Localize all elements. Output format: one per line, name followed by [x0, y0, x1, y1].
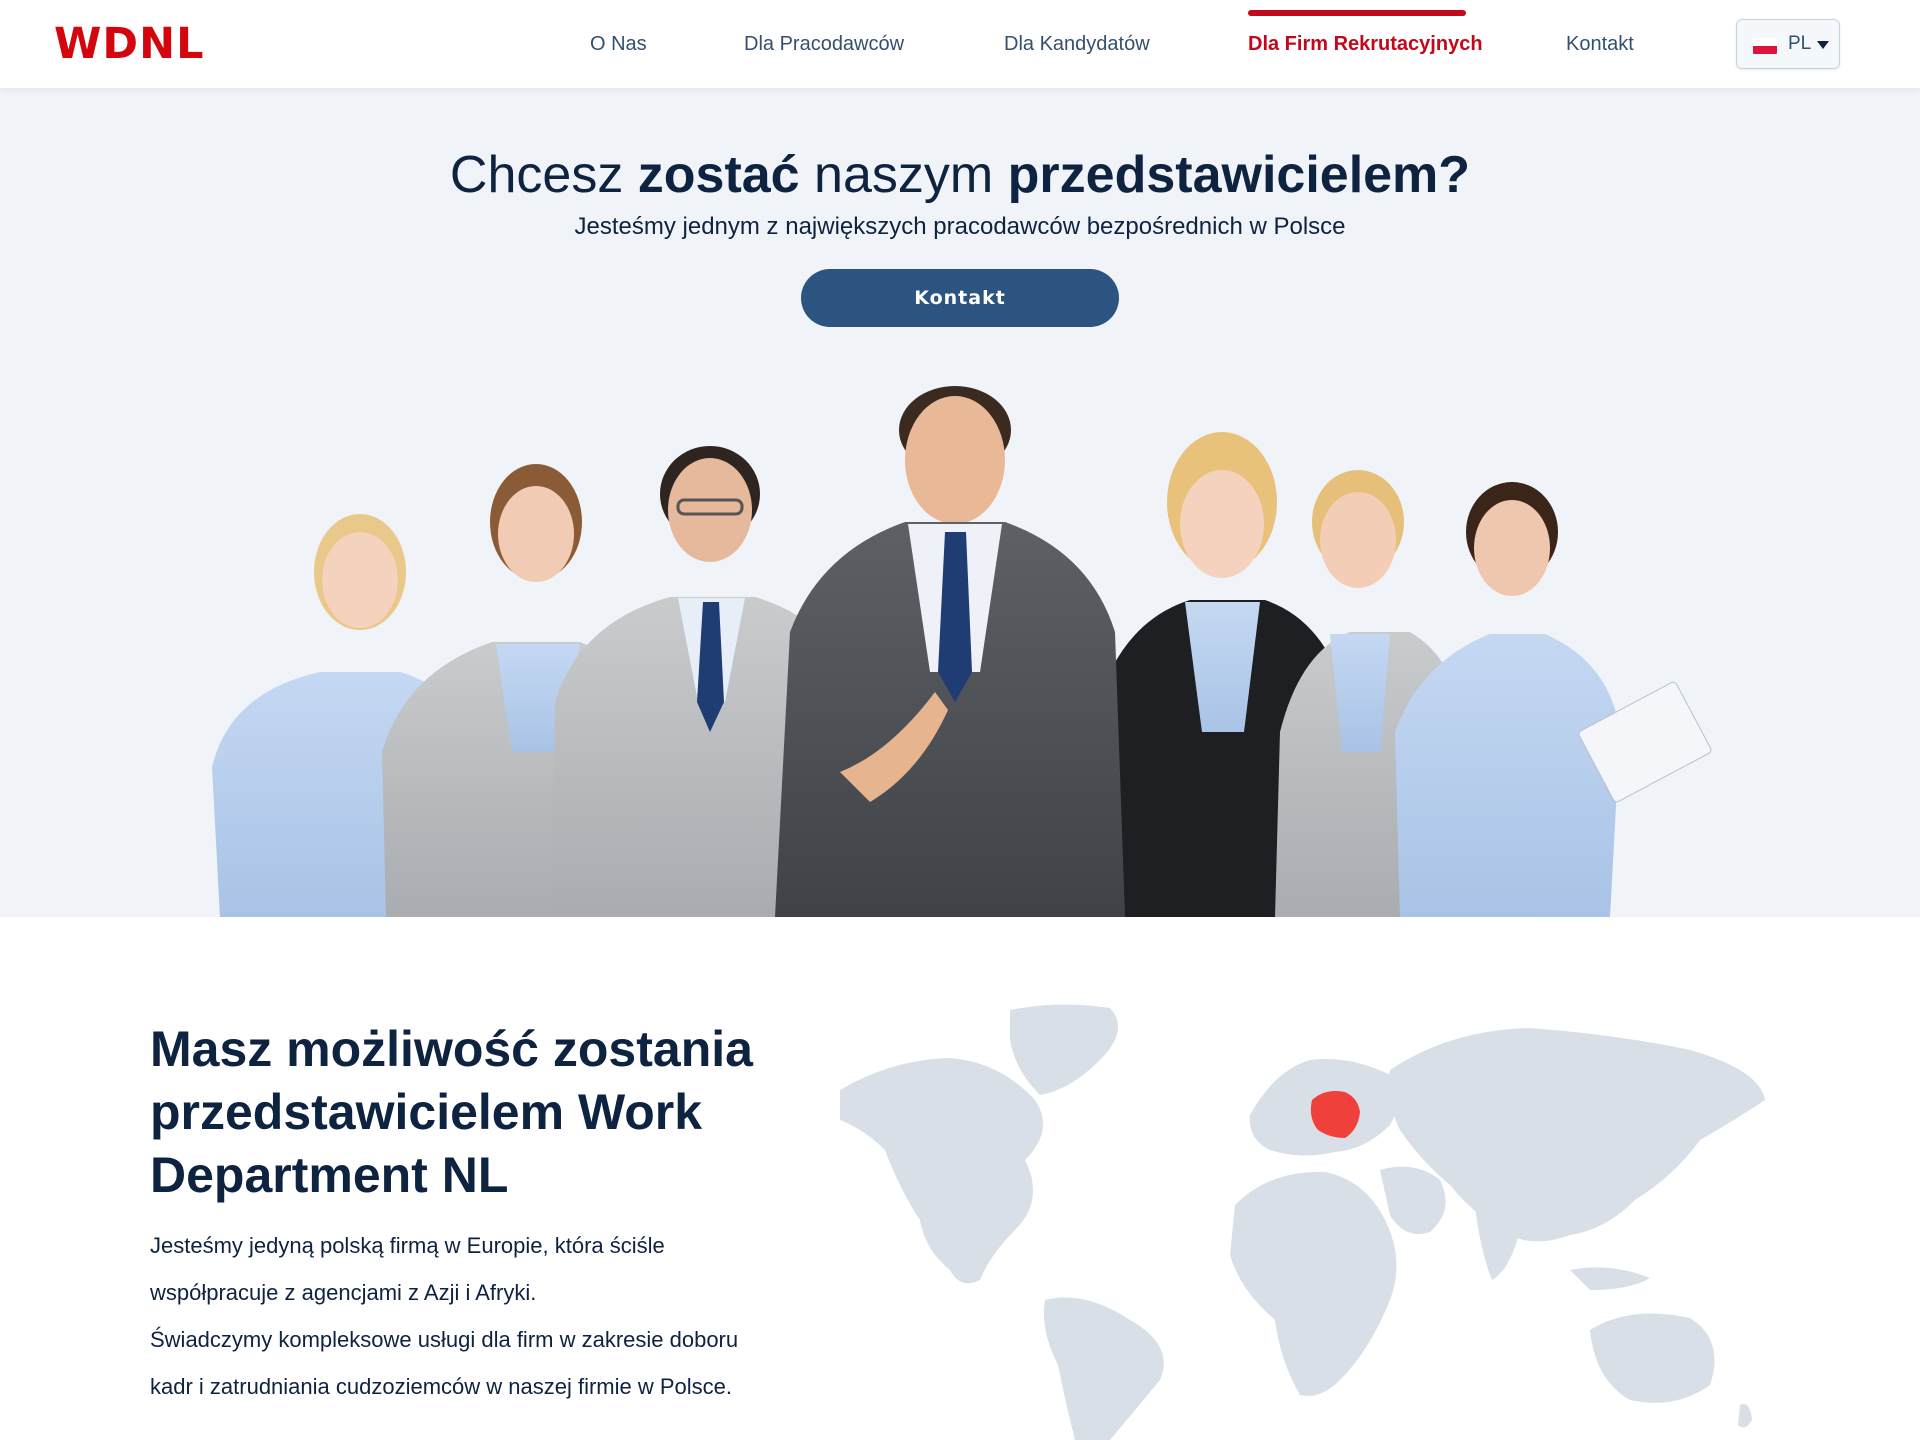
poland-flag-icon [1753, 38, 1777, 54]
nav-item-dla-kandydatow[interactable]: Dla Kandydatów [1004, 32, 1150, 56]
caret-down-icon [1817, 41, 1829, 49]
hero-title-emphasis: zostać [637, 146, 800, 204]
hero-title: Chcesz zostać naszym przedstawicielem? [0, 144, 1920, 206]
hero-title-part: naszym [799, 146, 1008, 204]
world-map [840, 1004, 1765, 1440]
language-selector[interactable]: PL [1736, 19, 1840, 69]
nav-item-dla-pracodawcow[interactable]: Dla Pracodawców [744, 32, 904, 56]
logo[interactable]: WDNL [54, 22, 205, 66]
language-code: PL [1788, 33, 1812, 54]
nav-item-kontakt[interactable]: Kontakt [1566, 32, 1634, 56]
hero-section: Chcesz zostać naszym przedstawicielem? J… [0, 88, 1920, 917]
about-paragraph: Jesteśmy jedyną polską firmą w Europie, … [150, 1233, 665, 1305]
site-header: WDNL O Nas Dla Pracodawców Dla Kandydató… [0, 0, 1920, 88]
business-team-photo [212, 386, 1712, 917]
nav-item-dla-firm-rekrutacyjnych[interactable]: Dla Firm Rekrutacyjnych [1248, 32, 1483, 56]
about-title: Masz możliwość zostania przedstawicielem… [150, 1021, 753, 1203]
nav-active-indicator [1248, 10, 1466, 16]
contact-button[interactable]: Kontakt [801, 269, 1119, 327]
hero-title-part: Chcesz [449, 146, 638, 204]
hero-title-emphasis: przedstawicielem? [1007, 146, 1471, 204]
about-text: Jesteśmy jedyną polską firmą w Europie, … [150, 1222, 750, 1410]
hero-subtitle: Jesteśmy jednym z największych pracodawc… [574, 213, 1346, 240]
nav-item-o-nas[interactable]: O Nas [590, 32, 647, 56]
about-paragraph: Świadczymy kompleksowe usługi dla firm w… [150, 1327, 739, 1399]
